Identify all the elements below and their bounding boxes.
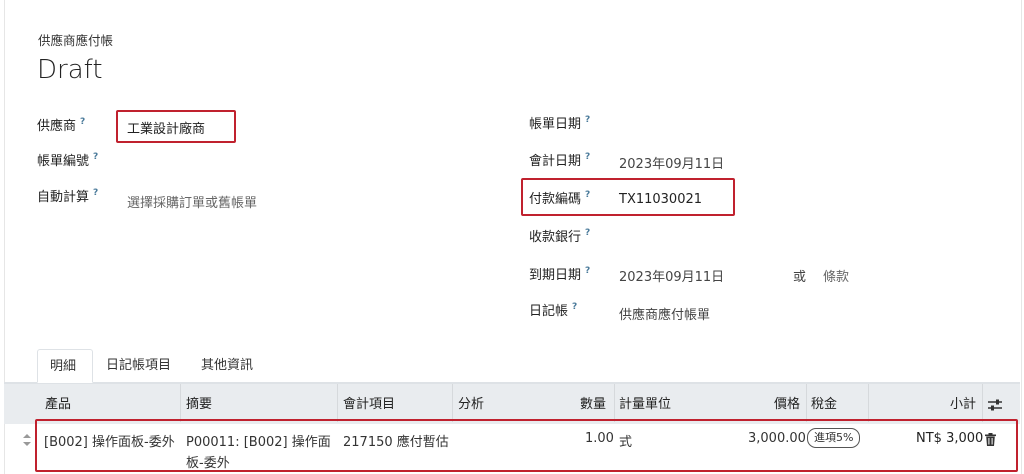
bill-reference-label: 帳單編號?: [37, 152, 99, 169]
column-separator: [452, 384, 453, 422]
due-date-field[interactable]: 2023年09月11日: [619, 266, 724, 285]
column-separator: [614, 384, 615, 422]
help-icon[interactable]: ?: [80, 117, 85, 127]
tab-invoice-lines[interactable]: 明細: [37, 349, 93, 383]
document-type-label: 供應商應付帳: [38, 33, 114, 48]
column-separator: [180, 384, 181, 422]
column-separator: [868, 384, 869, 422]
document-status-title: Draft: [37, 55, 103, 85]
column-header-analytic[interactable]: 分析: [458, 393, 484, 412]
column-separator: [337, 384, 338, 422]
tab-journal-items[interactable]: 日記帳項目: [94, 349, 183, 383]
auto-complete-field[interactable]: 選擇採購訂單或舊帳單: [127, 192, 257, 211]
vendor-highlight-box: [116, 110, 236, 143]
vendor-label: 供應商?: [37, 117, 86, 134]
recipient-bank-label: 收款銀行?: [529, 228, 591, 245]
accounting-date-label: 會計日期?: [529, 152, 591, 169]
accounting-date-field[interactable]: 2023年09月11日: [619, 153, 724, 172]
column-header-account[interactable]: 會計項目: [343, 393, 395, 412]
help-icon[interactable]: ?: [585, 152, 590, 162]
help-icon[interactable]: ?: [572, 302, 577, 312]
column-header-description[interactable]: 摘要: [186, 393, 212, 412]
auto-complete-label: 自動計算?: [37, 188, 99, 205]
column-header-price[interactable]: 價格: [774, 393, 800, 412]
due-date-or-label: 或: [793, 270, 807, 285]
payment-terms-field[interactable]: 條款: [823, 266, 849, 285]
column-header-taxes[interactable]: 稅金: [811, 393, 837, 412]
bill-date-label: 帳單日期?: [529, 115, 591, 132]
drag-handle-icon[interactable]: [22, 431, 32, 450]
sliders-icon[interactable]: [988, 396, 1002, 415]
column-separator: [806, 384, 807, 422]
column-header-uom[interactable]: 計量單位: [619, 393, 671, 412]
payment-reference-highlight-box: [521, 178, 735, 216]
help-icon[interactable]: ?: [585, 266, 590, 276]
help-icon[interactable]: ?: [585, 115, 590, 125]
column-header-subtotal[interactable]: 小計: [950, 393, 976, 412]
column-header-product[interactable]: 產品: [45, 393, 71, 412]
help-icon[interactable]: ?: [585, 228, 590, 238]
help-icon[interactable]: ?: [93, 152, 98, 162]
tab-other-info[interactable]: 其他資訊: [189, 349, 265, 383]
column-separator: [982, 384, 983, 422]
due-date-label: 到期日期?: [529, 266, 591, 283]
line-highlight-box: [35, 419, 1018, 472]
journal-label: 日記帳?: [529, 302, 578, 319]
help-icon[interactable]: ?: [93, 188, 98, 198]
column-header-quantity[interactable]: 數量: [580, 393, 606, 412]
journal-field[interactable]: 供應商應付帳單: [619, 304, 710, 323]
